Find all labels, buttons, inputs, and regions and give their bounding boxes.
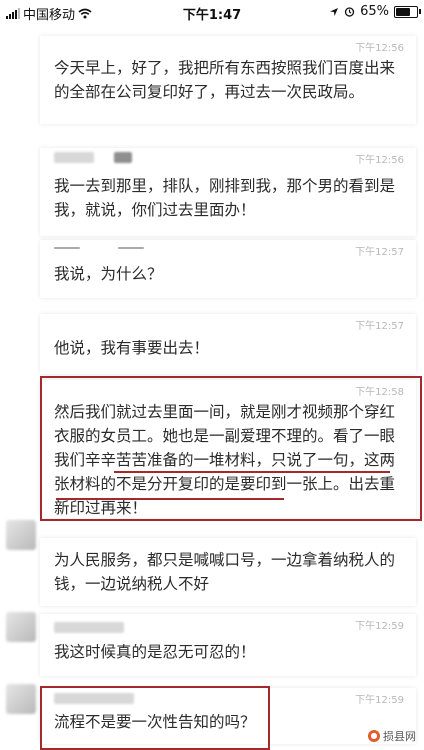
message-text: 流程不是要一次性告知的吗？	[54, 713, 256, 731]
message-time: 下午12:59	[355, 695, 404, 706]
message-time: 下午12:59	[355, 621, 404, 632]
highlight-underline	[56, 498, 284, 500]
watermark: ● 损县网	[368, 728, 416, 744]
sender-name-blurred	[114, 152, 132, 163]
message-time: 下午12:57	[355, 247, 404, 258]
message-text: 为人民服务，都只是喊喊口号，一边拿着纳税人的钱，一边说纳税人不好	[54, 551, 396, 593]
message-bubble: 下午12:59 我这时候真的是忍无可忍的！	[40, 614, 416, 676]
status-right: 65%	[329, 4, 421, 19]
message-bubble: 下午12:57 我说，为什么？	[40, 240, 416, 298]
battery-fill	[396, 7, 411, 16]
message-bubble: 下午12:57 他说，我有事要出去！	[40, 314, 416, 374]
message-bubble: 下午12:56 我一去到那里，排队，刚排到我，那个男的看到是我，就说，你们过去里…	[40, 148, 416, 236]
message-bubble: 下午12:59 流程不是要一次性告知的吗？	[40, 688, 416, 744]
message-time: 下午12:58	[355, 387, 404, 398]
sender-name-blurred	[54, 693, 134, 704]
watermark-text: 损县网	[383, 730, 416, 743]
message-time: 下午12:56	[355, 155, 404, 166]
battery-icon	[394, 5, 421, 18]
message-text: 他说，我有事要出去！	[54, 339, 210, 357]
highlight-underline	[114, 471, 390, 473]
sender-name-blurred	[118, 247, 144, 249]
message-text: 我这时候真的是忍无可忍的！	[54, 643, 256, 661]
avatar[interactable]	[6, 612, 36, 642]
sender-name-blurred	[54, 622, 124, 633]
chat-list[interactable]: 下午12:56 今天早上，好了，我把所有东西按照我们百度出来的全部在公司复印好了…	[0, 24, 424, 750]
sender-name-blurred	[54, 152, 94, 163]
message-time: 下午12:57	[355, 321, 404, 332]
sender-name-blurred	[54, 247, 80, 249]
alarm-icon	[344, 7, 355, 17]
message-bubble: 为人民服务，都只是喊喊口号，一边拿着纳税人的钱，一边说纳税人不好	[40, 538, 416, 606]
battery-percent: 65%	[360, 4, 389, 19]
watermark-icon: ●	[368, 730, 380, 742]
message-bubble: 下午12:56 今天早上，好了，我把所有东西按照我们百度出来的全部在公司复印好了…	[40, 36, 416, 124]
message-time: 下午12:56	[355, 43, 404, 54]
message-text: 今天早上，好了，我把所有东西按照我们百度出来的全部在公司复印好了，再过去一次民政…	[54, 59, 396, 101]
message-text: 我一去到那里，排队，刚排到我，那个男的看到是我，就说，你们过去里面办！	[54, 177, 396, 219]
avatar[interactable]	[6, 520, 36, 550]
message-text: 我说，为什么？	[54, 265, 163, 283]
location-arrow-icon	[330, 7, 339, 16]
message-text: 然后我们就过去里面一间，就是刚才视频那个穿红衣服的女员工。她也是一副爱理不理的。…	[54, 403, 396, 517]
avatar[interactable]	[6, 684, 36, 714]
status-bar: 中国移动 下午1:47 65%	[0, 0, 424, 24]
